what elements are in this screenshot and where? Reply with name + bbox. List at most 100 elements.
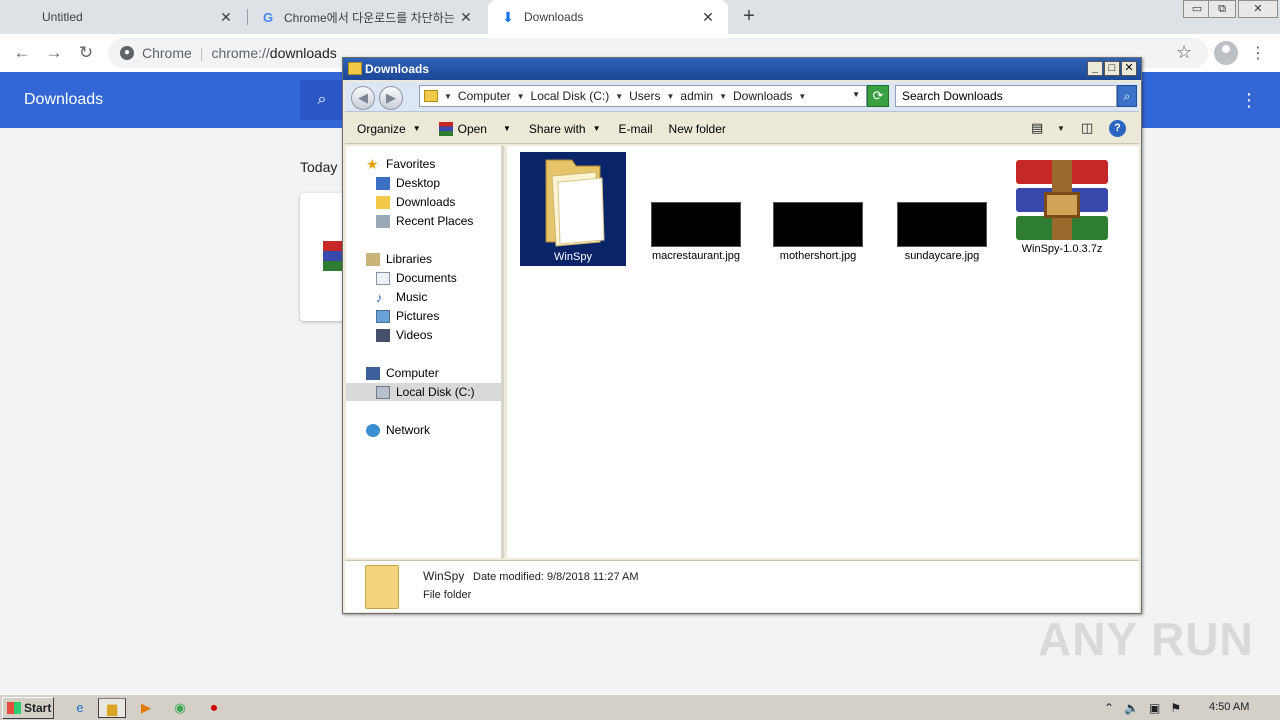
download-icon: ⬇ [502, 8, 514, 25]
nav-recent-places[interactable]: Recent Places [376, 212, 473, 230]
share-with-button[interactable]: Share with ▼ [529, 122, 601, 136]
drive-icon [376, 385, 390, 399]
tab-label: Downloads [524, 10, 584, 24]
chrome-menu-icon[interactable]: ⋮ [1250, 43, 1266, 63]
file-name: WinSpy [554, 251, 592, 263]
chevron-up-icon[interactable]: ⌃ [1104, 701, 1114, 715]
nav-pictures[interactable]: Pictures [376, 307, 439, 325]
chrome-taskbar-icon[interactable]: ◉ [166, 698, 194, 718]
nav-network[interactable]: Network [366, 421, 430, 439]
folder-icon [348, 62, 362, 75]
file-item[interactable]: macrestaurant.jpg [643, 152, 749, 262]
minimize-button[interactable]: _ [1087, 61, 1103, 76]
explorer-taskbar-icon[interactable]: ▆ [98, 698, 126, 718]
site-info-icon[interactable]: ● [120, 46, 134, 60]
videos-icon [376, 328, 390, 342]
page-title: Downloads [24, 91, 104, 108]
minimize-button[interactable]: ▭ [1183, 0, 1211, 18]
antivirus-icon[interactable]: ⏺ [200, 698, 228, 718]
search-icon[interactable]: ⌕ [1117, 85, 1137, 107]
tab-google-search[interactable]: G Chrome에서 다운로드를 차단하는 정 ✕ [248, 0, 486, 34]
details-type: File folder [423, 589, 472, 601]
new-tab-button[interactable]: + [738, 5, 760, 27]
organize-button[interactable]: Organize ▼ [357, 122, 421, 136]
bookmark-star-icon[interactable]: ☆ [1176, 42, 1192, 63]
email-button[interactable]: E-mail [619, 122, 653, 136]
breadcrumb-item[interactable]: admin [680, 89, 713, 103]
breadcrumb-item[interactable]: Computer [458, 89, 511, 103]
pictures-icon [376, 309, 390, 323]
search-icon[interactable]: ⌕ [300, 80, 344, 120]
tab-downloads[interactable]: ⬇ Downloads ✕ [488, 0, 728, 34]
omnibox-divider: | [199, 45, 204, 61]
reload-button[interactable]: ↻ [74, 41, 98, 65]
image-thumbnail [651, 202, 741, 247]
breadcrumb-item[interactable]: Users [629, 89, 660, 103]
nav-downloads[interactable]: Downloads [376, 193, 455, 211]
forward-button[interactable]: → [42, 41, 66, 65]
breadcrumb-item[interactable]: Downloads [733, 89, 792, 103]
search-input[interactable]: Search Downloads [895, 85, 1117, 107]
nav-videos[interactable]: Videos [376, 326, 432, 344]
chevron-down-icon[interactable]: ▼ [852, 90, 860, 99]
window-title-bar[interactable]: Downloads [343, 58, 1141, 80]
profile-avatar[interactable] [1214, 41, 1238, 65]
start-button[interactable]: Start [2, 697, 54, 719]
close-window-button[interactable]: ✕ [1238, 0, 1278, 18]
help-icon[interactable]: ? [1109, 120, 1126, 137]
network-icon [366, 423, 380, 437]
file-item[interactable]: mothershort.jpg [765, 152, 871, 262]
open-button[interactable]: Open ▼ [438, 121, 511, 136]
details-modified: Date modified: 9/8/2018 11:27 AM [473, 571, 639, 583]
winrar-archive-icon [1016, 160, 1108, 240]
nav-documents[interactable]: Documents [376, 269, 457, 287]
file-name: WinSpy-1.0.3.7z [1021, 243, 1103, 255]
file-item[interactable]: WinSpy [520, 152, 626, 266]
nav-music[interactable]: ♪ Music [376, 288, 427, 306]
nav-desktop[interactable]: Desktop [376, 174, 440, 192]
folder-icon [424, 90, 438, 102]
back-button[interactable]: ← [10, 41, 34, 65]
nav-local-disk[interactable]: Local Disk (C:) [346, 383, 501, 401]
preview-pane-icon[interactable]: ◫ [1081, 120, 1093, 136]
flag-icon[interactable]: ⚑ [1170, 701, 1181, 715]
clock[interactable]: 4:50 AM [1209, 701, 1249, 713]
chevron-down-icon[interactable]: ▼ [1057, 124, 1065, 133]
breadcrumb-item[interactable]: Local Disk (C:) [531, 89, 610, 103]
maximize-button[interactable]: □ [1104, 61, 1120, 76]
internet-explorer-icon[interactable]: e [66, 698, 94, 718]
system-tray: ⌃ 🔈 ▣ ⚑ [1104, 697, 1278, 719]
tab-untitled[interactable]: Untitled ✕ [0, 0, 246, 34]
back-button[interactable]: ◀ [351, 86, 375, 110]
close-icon[interactable]: ✕ [700, 9, 716, 26]
navigation-pane: ★ Favorites Desktop Downloads Recent Plac… [346, 146, 504, 558]
refresh-icon[interactable]: ⟳ [867, 85, 889, 107]
file-name: sundaycare.jpg [904, 250, 980, 262]
date-heading: Today [300, 159, 338, 175]
winrar-icon [438, 121, 453, 136]
file-item[interactable]: sundaycare.jpg [889, 152, 995, 262]
file-name: macrestaurant.jpg [651, 250, 741, 262]
downloads-folder-icon [376, 195, 390, 209]
file-name: mothershort.jpg [779, 250, 857, 262]
volume-icon[interactable]: 🔈 [1124, 701, 1139, 715]
close-button[interactable]: ✕ [1121, 61, 1137, 76]
nav-favorites[interactable]: ★ Favorites [366, 155, 435, 173]
tab-label: Untitled [42, 10, 83, 24]
restore-button[interactable]: ⧉ [1208, 0, 1236, 18]
forward-button[interactable]: ▶ [379, 86, 403, 110]
window-title: Downloads [365, 62, 430, 76]
close-icon[interactable]: ✕ [218, 9, 234, 26]
breadcrumb[interactable]: ▼ Computer ▼ Local Disk (C:) ▼ Users ▼ a… [419, 85, 867, 107]
close-icon[interactable]: ✕ [458, 9, 474, 26]
more-actions-icon[interactable]: ⋮ [1240, 90, 1258, 111]
nav-computer[interactable]: Computer [366, 364, 439, 382]
media-player-icon[interactable]: ▶ [132, 698, 160, 718]
view-icon[interactable]: ▤ [1031, 120, 1043, 136]
libraries-icon [366, 252, 380, 266]
network-tray-icon[interactable]: ▣ [1149, 701, 1160, 715]
nav-libraries[interactable]: Libraries [366, 250, 432, 268]
image-thumbnail [773, 202, 863, 247]
file-item[interactable]: WinSpy-1.0.3.7z [1009, 152, 1115, 255]
new-folder-button[interactable]: New folder [669, 122, 726, 136]
